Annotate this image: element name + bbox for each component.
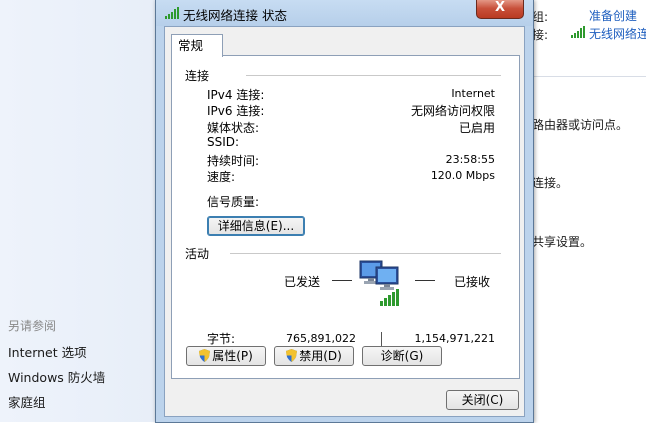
details-button[interactable]: 详细信息(E)... <box>207 216 305 236</box>
uac-shield-icon <box>286 349 298 362</box>
tab-general[interactable]: 常规 <box>171 34 223 57</box>
properties-label: 属性(P) <box>212 349 253 363</box>
properties-button[interactable]: 属性(P) <box>186 346 266 366</box>
received-line <box>415 280 435 281</box>
disable-button[interactable]: 禁用(D) <box>274 346 354 366</box>
duration-label: 持续时间: <box>207 154 260 168</box>
connection-group-label: 连接 <box>185 69 210 83</box>
media-state-value: 已启用 <box>458 121 495 135</box>
dialog-title: 无线网络连接 状态 <box>183 8 287 23</box>
wireless-connection-link[interactable]: 无线网络连 <box>589 25 646 42</box>
ipv4-label: IPv4 连接: <box>207 88 265 102</box>
divider <box>532 76 646 77</box>
bytes-sent-value: 765,891,022 <box>286 332 356 345</box>
see-also-homegroup[interactable]: 家庭组 <box>8 392 46 411</box>
duration-value: 23:58:55 <box>445 153 495 166</box>
diagnose-button[interactable]: 诊断(G) <box>362 346 442 366</box>
sent-line <box>332 280 352 281</box>
speed-value: 120.0 Mbps <box>430 169 495 182</box>
homegroup-label: 组: <box>532 10 549 24</box>
sent-label: 已发送 <box>284 275 321 289</box>
ssid-label: SSID: <box>207 135 240 149</box>
homegroup-link[interactable]: 准备创建 <box>589 7 637 24</box>
dialog-client: 常规 连接 IPv4 连接: Internet IPv6 连接: 无网络访问权限… <box>164 26 525 417</box>
disable-label: 禁用(D) <box>299 349 342 363</box>
connect-text: 连接。 <box>532 176 569 190</box>
bytes-label: 字节: <box>207 332 236 346</box>
signal-quality-label: 信号质量: <box>207 195 260 209</box>
connections-label: 接: <box>532 28 549 42</box>
media-state-label: 媒体状态: <box>207 121 260 135</box>
activity-group-label: 活动 <box>185 247 210 261</box>
setup-router-text: 路由器或访问点。 <box>532 118 629 132</box>
title-close-button[interactable]: X <box>476 0 524 19</box>
received-label: 已接收 <box>454 275 491 289</box>
sharing-settings-text: 共享设置。 <box>532 235 593 249</box>
network-computers-icon <box>358 258 410 313</box>
uac-shield-icon <box>199 349 211 362</box>
title-bar[interactable]: 无线网络连接 状态 X <box>156 0 533 26</box>
general-tab-panel: 连接 IPv4 连接: Internet IPv6 连接: 无网络访问权限 媒体… <box>171 55 520 379</box>
see-also-header: 另请参阅 <box>8 319 57 333</box>
see-also-internet-options[interactable]: Internet 选项 <box>8 342 87 361</box>
ipv6-label: IPv6 连接: <box>207 104 265 118</box>
close-button[interactable]: 关闭(C) <box>446 390 519 410</box>
activity-group-line <box>230 253 501 254</box>
wifi-signal-icon <box>165 7 179 22</box>
ipv6-value: 无网络访问权限 <box>410 104 495 118</box>
connection-group-line <box>246 75 501 76</box>
speed-label: 速度: <box>207 170 236 184</box>
bytes-received-value: 1,154,971,221 <box>414 332 495 345</box>
see-also-windows-firewall[interactable]: Windows 防火墙 <box>8 367 105 386</box>
wifi-signal-icon <box>571 26 585 41</box>
ipv4-value: Internet <box>451 87 495 100</box>
wireless-status-dialog: 无线网络连接 状态 X 常规 连接 IPv4 连接: Internet IPv6… <box>155 0 534 423</box>
